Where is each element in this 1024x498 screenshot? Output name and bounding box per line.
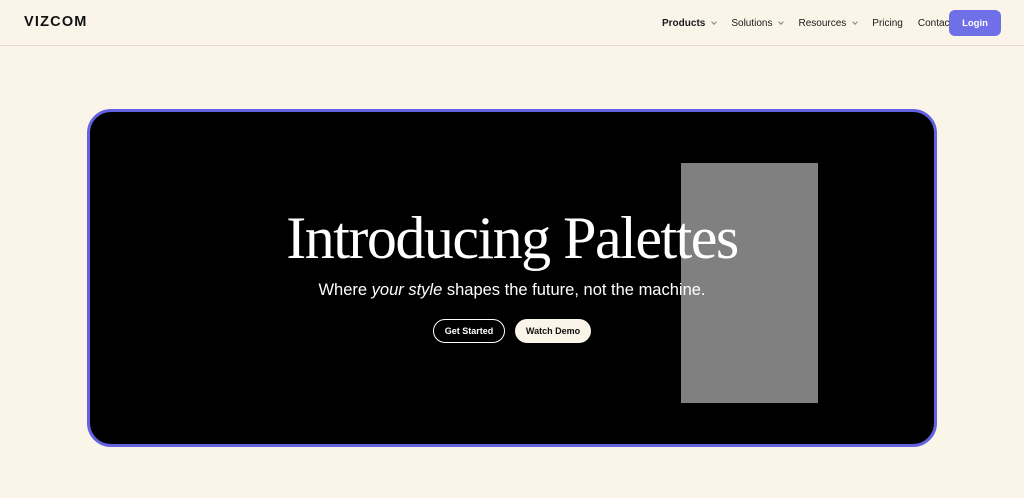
watch-demo-button[interactable]: Watch Demo xyxy=(515,319,591,343)
nav-item-resources[interactable]: Resources xyxy=(798,17,859,29)
nav-item-contact[interactable]: Contact xyxy=(918,18,952,29)
subtitle-prefix: Where xyxy=(318,281,372,299)
vizcom-logo[interactable]: VIZCOM xyxy=(24,14,88,30)
main-nav: Products Solutions Resources Pricing Con… xyxy=(662,0,967,46)
nav-item-label: Solutions xyxy=(731,17,773,29)
hero-subtitle: Where your style shapes the future, not … xyxy=(90,281,934,300)
chevron-down-icon xyxy=(778,18,785,25)
hero-cta-group: Get Started Watch Demo xyxy=(90,319,934,343)
nav-item-solutions[interactable]: Solutions xyxy=(731,17,785,29)
hero-banner: Introducing Palettes Where your style sh… xyxy=(87,109,937,447)
chevron-down-icon xyxy=(711,18,718,25)
subtitle-suffix: shapes the future, not the machine. xyxy=(442,281,706,299)
top-navbar: VIZCOM Products Solutions Resources Pric… xyxy=(0,0,1024,46)
nav-item-label: Products xyxy=(662,17,706,29)
nav-item-label: Contact xyxy=(917,17,953,29)
nav-item-label: Pricing xyxy=(872,17,903,29)
nav-item-label: Resources xyxy=(798,17,847,29)
chevron-down-icon xyxy=(852,18,859,25)
hero-title: Introducing Palettes xyxy=(286,205,739,271)
subtitle-emphasis: your style xyxy=(371,281,443,299)
login-button[interactable]: Login xyxy=(949,10,1001,36)
nav-item-products[interactable]: Products xyxy=(662,17,718,29)
get-started-button[interactable]: Get Started xyxy=(433,319,505,343)
nav-item-pricing[interactable]: Pricing xyxy=(872,18,903,29)
